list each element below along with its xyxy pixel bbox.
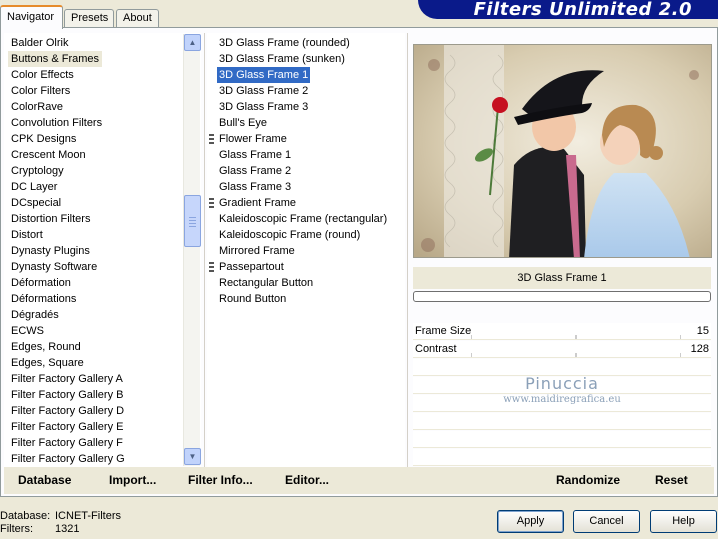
- filter-item[interactable]: 3D Glass Frame 1: [217, 67, 311, 83]
- filter-item[interactable]: 3D Glass Frame 2: [217, 83, 310, 99]
- chevron-up-icon: ▲: [188, 38, 197, 47]
- category-item[interactable]: Filter Factory Gallery A: [8, 371, 126, 387]
- category-item[interactable]: Déformations: [8, 291, 79, 307]
- filter-item[interactable]: Kaleidoscopic Frame (rectangular): [217, 211, 389, 227]
- category-item[interactable]: Filter Factory Gallery G: [8, 451, 128, 467]
- group-marker-icon: [209, 198, 214, 209]
- category-item[interactable]: Filter Factory Gallery B: [8, 387, 126, 403]
- divider: [407, 33, 408, 467]
- filter-item[interactable]: 3D Glass Frame (rounded): [217, 35, 352, 51]
- filter-item[interactable]: Round Button: [217, 291, 288, 307]
- filter-item[interactable]: Glass Frame 1: [217, 147, 293, 163]
- database-button[interactable]: Database: [18, 473, 71, 487]
- category-item[interactable]: Filter Factory Gallery D: [8, 403, 127, 419]
- param-empty: [413, 431, 711, 448]
- preview-artwork: [414, 45, 711, 257]
- category-item[interactable]: ColorRave: [8, 99, 66, 115]
- param-frame-size[interactable]: Frame Size 15: [413, 323, 711, 340]
- title-banner: Filters Unlimited 2.0: [418, 0, 718, 19]
- divider: [204, 33, 205, 467]
- filter-list[interactable]: 3D Glass Frame (rounded) 3D Glass Frame (…: [207, 33, 405, 467]
- category-item[interactable]: Convolution Filters: [8, 115, 105, 131]
- category-item[interactable]: Dynasty Software: [8, 259, 100, 275]
- filter-info-button[interactable]: Filter Info...: [188, 473, 253, 487]
- scroll-up-button[interactable]: ▲: [184, 34, 201, 51]
- slider-ticks: [471, 353, 681, 357]
- category-item[interactable]: Déformation: [8, 275, 74, 291]
- category-item[interactable]: Filter Factory Gallery F: [8, 435, 126, 451]
- watermark-url: www.maidiregrafica.eu: [503, 394, 621, 405]
- slider-ticks: [471, 335, 681, 339]
- category-item[interactable]: Filter Factory Gallery E: [8, 419, 126, 435]
- database-value: ICNET-Filters: [55, 510, 121, 522]
- category-item[interactable]: Distort: [8, 227, 46, 243]
- apply-button[interactable]: Apply: [497, 510, 564, 533]
- tab-about[interactable]: About: [116, 9, 159, 28]
- editor-button[interactable]: Editor...: [285, 473, 329, 487]
- category-item[interactable]: CPK Designs: [8, 131, 79, 147]
- category-item[interactable]: Color Effects: [8, 67, 77, 83]
- category-item[interactable]: Color Filters: [8, 83, 73, 99]
- param-label: Contrast: [415, 343, 457, 355]
- bottom-toolbar: Database Import... Filter Info... Editor…: [4, 467, 714, 494]
- selected-filter-title: 3D Glass Frame 1: [413, 267, 711, 289]
- filter-item[interactable]: Mirrored Frame: [217, 243, 297, 259]
- cancel-button[interactable]: Cancel: [573, 510, 640, 533]
- reset-button[interactable]: Reset: [655, 473, 688, 487]
- category-item[interactable]: DCspecial: [8, 195, 64, 211]
- chevron-down-icon: ▼: [188, 452, 197, 461]
- filter-item[interactable]: Bull's Eye: [217, 115, 269, 131]
- tab-presets[interactable]: Presets: [64, 9, 114, 28]
- tab-bar: Navigator Presets About: [0, 0, 420, 29]
- param-value: 15: [696, 325, 709, 337]
- progress-bar: [413, 291, 711, 302]
- category-item[interactable]: Dynasty Plugins: [8, 243, 93, 259]
- randomize-button[interactable]: Randomize: [556, 473, 620, 487]
- help-button[interactable]: Help: [650, 510, 717, 533]
- category-item[interactable]: Edges, Square: [8, 355, 87, 371]
- filters-info: Filters: 1321: [0, 523, 79, 536]
- category-item[interactable]: Cryptology: [8, 163, 67, 179]
- filter-item[interactable]: 3D Glass Frame 3: [217, 99, 310, 115]
- category-item[interactable]: Distortion Filters: [8, 211, 93, 227]
- category-item[interactable]: DC Layer: [8, 179, 60, 195]
- category-item[interactable]: Buttons & Frames: [8, 51, 103, 67]
- category-item[interactable]: Edges, Round: [8, 339, 84, 355]
- param-empty: [413, 449, 711, 466]
- scroll-thumb[interactable]: [184, 195, 201, 247]
- filter-item[interactable]: Glass Frame 2: [217, 163, 293, 179]
- banner-title: Filters Unlimited 2.0: [473, 0, 692, 19]
- filter-item[interactable]: Gradient Frame: [217, 195, 298, 211]
- param-value: 128: [690, 343, 709, 355]
- preview-image: [413, 44, 712, 258]
- group-marker-icon: [209, 262, 214, 273]
- param-contrast[interactable]: Contrast 128: [413, 341, 711, 358]
- param-label: Frame Size: [415, 325, 472, 337]
- category-item[interactable]: Balder Olrik: [8, 35, 71, 51]
- category-item[interactable]: Crescent Moon: [8, 147, 89, 163]
- category-item[interactable]: ECWS: [8, 323, 47, 339]
- database-label: Database:: [0, 510, 51, 522]
- import-button[interactable]: Import...: [109, 473, 156, 487]
- category-scrollbar[interactable]: ▲ ▼: [183, 34, 201, 466]
- database-info: Database: ICNET-Filters: [0, 510, 121, 523]
- filter-item[interactable]: Passepartout: [217, 259, 286, 275]
- filters-label: Filters:: [0, 523, 33, 535]
- param-empty: [413, 413, 711, 430]
- filter-item[interactable]: Rectangular Button: [217, 275, 315, 291]
- filter-item[interactable]: Kaleidoscopic Frame (round): [217, 227, 362, 243]
- filter-item[interactable]: Flower Frame: [217, 131, 289, 147]
- group-marker-icon: [209, 134, 214, 145]
- filter-item[interactable]: Glass Frame 3: [217, 179, 293, 195]
- navigator-panel: Balder Olrik Buttons & Frames Color Effect…: [0, 27, 718, 497]
- tab-navigator[interactable]: Navigator: [0, 5, 63, 29]
- filters-count: 1321: [55, 523, 80, 535]
- category-item[interactable]: Dégradés: [8, 307, 62, 323]
- scroll-down-button[interactable]: ▼: [184, 448, 201, 465]
- filter-item[interactable]: 3D Glass Frame (sunken): [217, 51, 347, 67]
- watermark-name: Pinuccia: [525, 374, 599, 393]
- category-list[interactable]: Balder Olrik Buttons & Frames Color Effect…: [4, 33, 201, 467]
